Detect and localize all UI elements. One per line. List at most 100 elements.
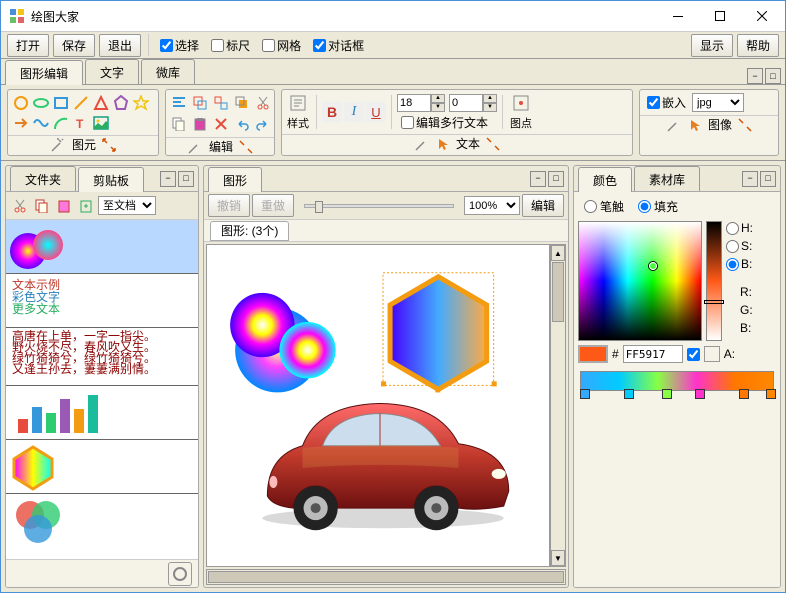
- expand-icon[interactable]: [738, 118, 752, 132]
- redo-icon[interactable]: [253, 114, 273, 134]
- color-spectrum[interactable]: [578, 221, 702, 341]
- wand-icon[interactable]: [666, 117, 682, 133]
- format-select[interactable]: jpg: [692, 93, 744, 112]
- tab-shape-edit[interactable]: 图形编辑: [5, 60, 83, 85]
- panel-min-button[interactable]: −: [742, 171, 758, 187]
- to-doc-select[interactable]: 至文档: [98, 196, 156, 215]
- anchor-icon[interactable]: [511, 93, 531, 113]
- font-size-stepper[interactable]: ▲▼: [397, 94, 445, 112]
- display-button[interactable]: 显示: [691, 34, 733, 57]
- expand-icon[interactable]: [102, 138, 116, 152]
- embed-checkbox[interactable]: 嵌入: [647, 94, 686, 111]
- hue-slider[interactable]: [706, 221, 722, 341]
- car-shape[interactable]: [262, 403, 508, 530]
- underline-button[interactable]: U: [366, 102, 386, 122]
- panel-max-button[interactable]: □: [178, 171, 194, 187]
- multiline-checkbox[interactable]: 编辑多行文本: [401, 114, 493, 131]
- shape-ellipse-icon[interactable]: [31, 93, 50, 112]
- save-button[interactable]: 保存: [53, 34, 95, 57]
- cut-icon[interactable]: [10, 196, 30, 216]
- ruler-checkbox[interactable]: 标尺: [211, 37, 250, 54]
- alpha-swatch[interactable]: [704, 346, 720, 362]
- copy-icon[interactable]: [169, 114, 189, 134]
- tab-color[interactable]: 颜色: [578, 167, 632, 192]
- panel-max-button[interactable]: □: [548, 171, 564, 187]
- tab-folder[interactable]: 文件夹: [10, 166, 76, 191]
- clip-item[interactable]: [6, 440, 198, 494]
- pointer-icon[interactable]: [436, 137, 450, 151]
- vertical-scrollbar[interactable]: ▲▼: [550, 244, 566, 567]
- bold-button[interactable]: B: [322, 102, 342, 122]
- gradient-bar[interactable]: [580, 371, 774, 391]
- fill-radio[interactable]: 填充: [638, 198, 678, 215]
- undo-button[interactable]: 撤销: [208, 194, 250, 217]
- style-icon[interactable]: [288, 93, 308, 113]
- shape-arrow-icon[interactable]: [11, 113, 30, 132]
- horizontal-scrollbar[interactable]: [206, 569, 566, 585]
- grid-checkbox[interactable]: 网格: [262, 37, 301, 54]
- canvas[interactable]: [206, 244, 550, 567]
- alpha-checkbox[interactable]: [687, 348, 700, 361]
- undo-icon[interactable]: [232, 114, 252, 134]
- spacing-stepper[interactable]: ▲▼: [449, 94, 497, 112]
- shape-rect-icon[interactable]: [51, 93, 70, 112]
- shape-line-icon[interactable]: [71, 93, 90, 112]
- record-icon[interactable]: [168, 562, 192, 586]
- shape-image-icon[interactable]: [91, 113, 110, 132]
- bring-front-icon[interactable]: [232, 93, 252, 113]
- shape-arc-icon[interactable]: [51, 113, 70, 132]
- selected-hexagon[interactable]: [381, 273, 497, 393]
- align-left-icon[interactable]: [169, 93, 189, 113]
- panel-min-button[interactable]: −: [160, 171, 176, 187]
- shape-polygon-icon[interactable]: [111, 93, 130, 112]
- redo-button[interactable]: 重做: [252, 194, 294, 217]
- zoom-slider[interactable]: [304, 204, 454, 208]
- channel-h-radio[interactable]: H:: [726, 221, 753, 235]
- brush-radio[interactable]: 笔触: [584, 198, 624, 215]
- pointer-icon[interactable]: [688, 118, 702, 132]
- channel-b-radio[interactable]: B:: [726, 257, 753, 271]
- channel-s-radio[interactable]: S:: [726, 239, 753, 253]
- dialog-checkbox[interactable]: 对话框: [313, 37, 364, 54]
- exit-button[interactable]: 退出: [99, 34, 141, 57]
- tab-canvas[interactable]: 图形: [208, 167, 262, 192]
- wand-icon[interactable]: [187, 139, 203, 155]
- paste-new-icon[interactable]: [76, 196, 96, 216]
- ribbon-close-button[interactable]: □: [765, 68, 781, 84]
- shape-circle-icon[interactable]: [11, 93, 30, 112]
- panel-max-button[interactable]: □: [760, 171, 776, 187]
- edit-button[interactable]: 编辑: [522, 194, 564, 217]
- cut-icon[interactable]: [253, 93, 273, 113]
- minimize-button[interactable]: [657, 2, 699, 30]
- ribbon-minimize-button[interactable]: −: [747, 68, 763, 84]
- shape-star-icon[interactable]: [131, 93, 150, 112]
- close-button[interactable]: [741, 2, 783, 30]
- italic-button[interactable]: I: [344, 102, 364, 122]
- open-button[interactable]: 打开: [7, 34, 49, 57]
- delete-icon[interactable]: [211, 114, 231, 134]
- ungroup-icon[interactable]: [211, 93, 231, 113]
- expand-icon[interactable]: [239, 140, 253, 154]
- maximize-button[interactable]: [699, 2, 741, 30]
- group-icon[interactable]: [190, 93, 210, 113]
- paste-icon[interactable]: [54, 196, 74, 216]
- expand-icon[interactable]: [486, 137, 500, 151]
- clip-item[interactable]: [6, 386, 198, 440]
- tab-clipboard[interactable]: 剪贴板: [78, 167, 144, 192]
- current-color-swatch[interactable]: [578, 345, 608, 363]
- clip-item[interactable]: 文本示例彩色文字更多文本: [6, 274, 198, 328]
- wand-icon[interactable]: [414, 136, 430, 152]
- clipboard-list[interactable]: 文本示例彩色文字更多文本 高唐在上单，一字一指尖。野火烧不尽，春风吹又生。绿竹猗…: [6, 220, 198, 559]
- copy-icon[interactable]: [32, 196, 52, 216]
- select-checkbox[interactable]: 选择: [160, 37, 199, 54]
- paste-icon[interactable]: [190, 114, 210, 134]
- hex-input[interactable]: [623, 345, 683, 363]
- wand-icon[interactable]: [50, 137, 66, 153]
- shape-triangle-icon[interactable]: [91, 93, 110, 112]
- tab-microlib[interactable]: 微库: [141, 59, 195, 84]
- help-button[interactable]: 帮助: [737, 34, 779, 57]
- zoom-select[interactable]: 100%: [464, 196, 520, 215]
- tab-text[interactable]: 文字: [85, 59, 139, 84]
- shape-wave-icon[interactable]: [31, 113, 50, 132]
- shape-texttool-icon[interactable]: T: [71, 113, 90, 132]
